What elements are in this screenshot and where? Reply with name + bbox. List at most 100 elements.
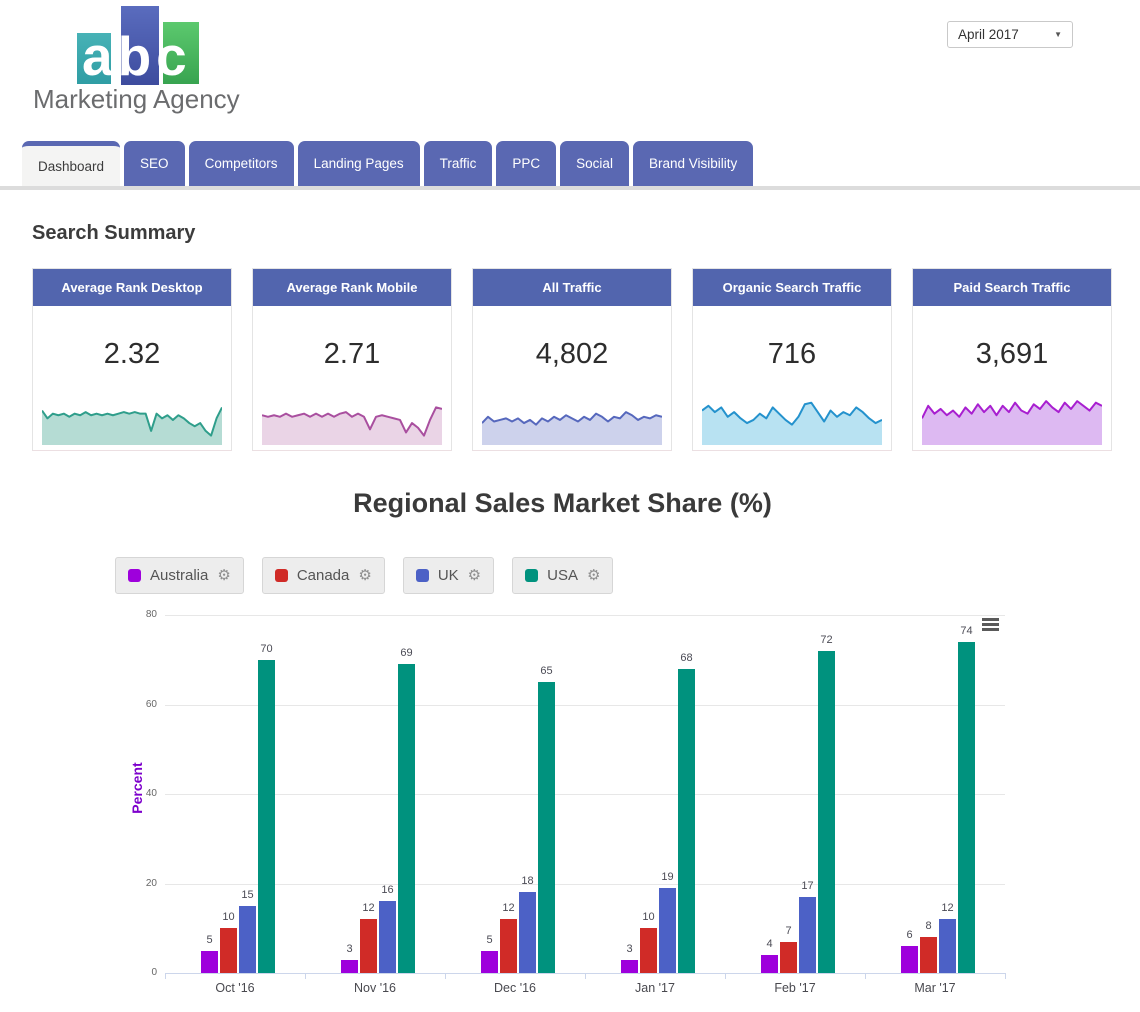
tab-dashboard[interactable]: Dashboard — [22, 141, 120, 186]
logo-text: abc — [82, 24, 192, 88]
bar-usa-3 — [678, 669, 695, 973]
gear-icon[interactable]: ⚙ — [587, 568, 600, 583]
kpi-card-title: Paid Search Traffic — [913, 269, 1111, 306]
bar-uk-2 — [519, 892, 536, 973]
kpi-card-value: 4,802 — [473, 338, 671, 371]
tab-ppc[interactable]: PPC — [496, 141, 556, 186]
legend-label: Canada — [297, 567, 350, 584]
legend-swatch — [275, 569, 288, 582]
tab-brand-visibility[interactable]: Brand Visibility — [633, 141, 753, 186]
kpi-card-title: Average Rank Desktop — [33, 269, 231, 306]
gridline — [165, 884, 1005, 885]
bar-canada-2 — [500, 919, 517, 973]
period-dropdown[interactable]: April 2017 ▼ — [947, 21, 1073, 48]
x-category-label: Jan '17 — [610, 981, 700, 995]
tab-seo[interactable]: SEO — [124, 141, 185, 186]
legend-item-usa[interactable]: USA ⚙ — [512, 557, 613, 594]
y-tick-label: 40 — [127, 788, 157, 799]
x-category-label: Dec '16 — [470, 981, 560, 995]
sparkline-chart — [262, 398, 442, 445]
tab-landing-pages[interactable]: Landing Pages — [298, 141, 420, 186]
kpi-card-title: Organic Search Traffic — [693, 269, 891, 306]
bar-uk-3 — [659, 888, 676, 973]
dashboard-page: abc Marketing Agency April 2017 ▼ Dashbo… — [0, 0, 1140, 1012]
bar-usa-5 — [958, 642, 975, 973]
x-tick — [165, 974, 166, 979]
kpi-card: Organic Search Traffic 716 — [692, 268, 892, 451]
bar-uk-5 — [939, 919, 956, 973]
legend-label: USA — [547, 567, 578, 584]
bar-value-label: 65 — [530, 665, 564, 677]
x-category-label: Mar '17 — [890, 981, 980, 995]
sparkline-chart — [702, 398, 882, 445]
x-tick — [585, 974, 586, 979]
kpi-card-value: 2.32 — [33, 338, 231, 371]
legend-item-uk[interactable]: UK ⚙ — [403, 557, 494, 594]
bar-usa-1 — [398, 664, 415, 973]
bar-canada-0 — [220, 928, 237, 973]
bar-australia-2 — [481, 951, 498, 973]
legend-item-canada[interactable]: Canada ⚙ — [262, 557, 385, 594]
bar-australia-1 — [341, 960, 358, 973]
gear-icon[interactable]: ⚙ — [217, 568, 230, 583]
x-category-label: Oct '16 — [190, 981, 280, 995]
legend-swatch — [525, 569, 538, 582]
y-tick-label: 0 — [127, 967, 157, 978]
tab-social[interactable]: Social — [560, 141, 629, 186]
chevron-down-icon: ▼ — [1054, 30, 1062, 39]
bar-value-label: 74 — [950, 625, 984, 637]
kpi-card: All Traffic 4,802 — [472, 268, 672, 451]
bar-australia-5 — [901, 946, 918, 973]
bar-value-label: 72 — [810, 634, 844, 646]
bar-uk-0 — [239, 906, 256, 973]
kpi-card-title: Average Rank Mobile — [253, 269, 451, 306]
kpi-card: Paid Search Traffic 3,691 — [912, 268, 1112, 451]
gear-icon[interactable]: ⚙ — [468, 568, 481, 583]
kpi-card: Average Rank Mobile 2.71 — [252, 268, 452, 451]
hamburger-icon[interactable] — [982, 618, 999, 633]
kpi-card-title: All Traffic — [473, 269, 671, 306]
x-tick — [1005, 974, 1006, 979]
kpi-card-value: 716 — [693, 338, 891, 371]
x-tick — [305, 974, 306, 979]
bar-value-label: 69 — [390, 647, 424, 659]
bar-canada-3 — [640, 928, 657, 973]
tab-bar: DashboardSEOCompetitorsLanding PagesTraf… — [22, 141, 753, 186]
bar-uk-4 — [799, 897, 816, 973]
legend-label: UK — [438, 567, 459, 584]
legend-item-australia[interactable]: Australia⚙ — [115, 557, 244, 594]
sparkline-chart — [42, 398, 222, 445]
x-category-label: Nov '16 — [330, 981, 420, 995]
tab-bar-underline — [0, 186, 1140, 190]
sparkline-chart — [922, 398, 1102, 445]
bar-value-label: 70 — [250, 643, 284, 655]
bar-usa-0 — [258, 660, 275, 973]
y-tick-label: 60 — [127, 699, 157, 710]
x-tick — [865, 974, 866, 979]
tab-competitors[interactable]: Competitors — [189, 141, 294, 186]
search-summary-heading: Search Summary — [32, 222, 195, 245]
gridline — [165, 615, 1005, 616]
period-dropdown-value: April 2017 — [958, 27, 1019, 42]
gear-icon[interactable]: ⚙ — [358, 568, 371, 583]
gridline — [165, 794, 1005, 795]
y-tick-label: 80 — [127, 609, 157, 620]
bar-uk-1 — [379, 901, 396, 973]
bar-value-label: 68 — [670, 652, 704, 664]
bar-canada-1 — [360, 919, 377, 973]
bar-australia-3 — [621, 960, 638, 973]
gridline — [165, 705, 1005, 706]
bar-chart: Percent 0204060805101570Oct '163121669No… — [0, 608, 1140, 1012]
chart-legend: Australia⚙ Canada ⚙ UK ⚙ USA ⚙ — [115, 557, 613, 594]
kpi-card-value: 3,691 — [913, 338, 1111, 371]
kpi-card-value: 2.71 — [253, 338, 451, 371]
legend-swatch — [416, 569, 429, 582]
bar-canada-5 — [920, 937, 937, 973]
x-tick — [445, 974, 446, 979]
chart-title: Regional Sales Market Share (%) — [0, 488, 1125, 519]
kpi-card: Average Rank Desktop 2.32 — [32, 268, 232, 451]
tab-traffic[interactable]: Traffic — [424, 141, 493, 186]
bar-usa-2 — [538, 682, 555, 973]
logo-subtitle: Marketing Agency — [33, 84, 240, 115]
bar-canada-4 — [780, 942, 797, 973]
